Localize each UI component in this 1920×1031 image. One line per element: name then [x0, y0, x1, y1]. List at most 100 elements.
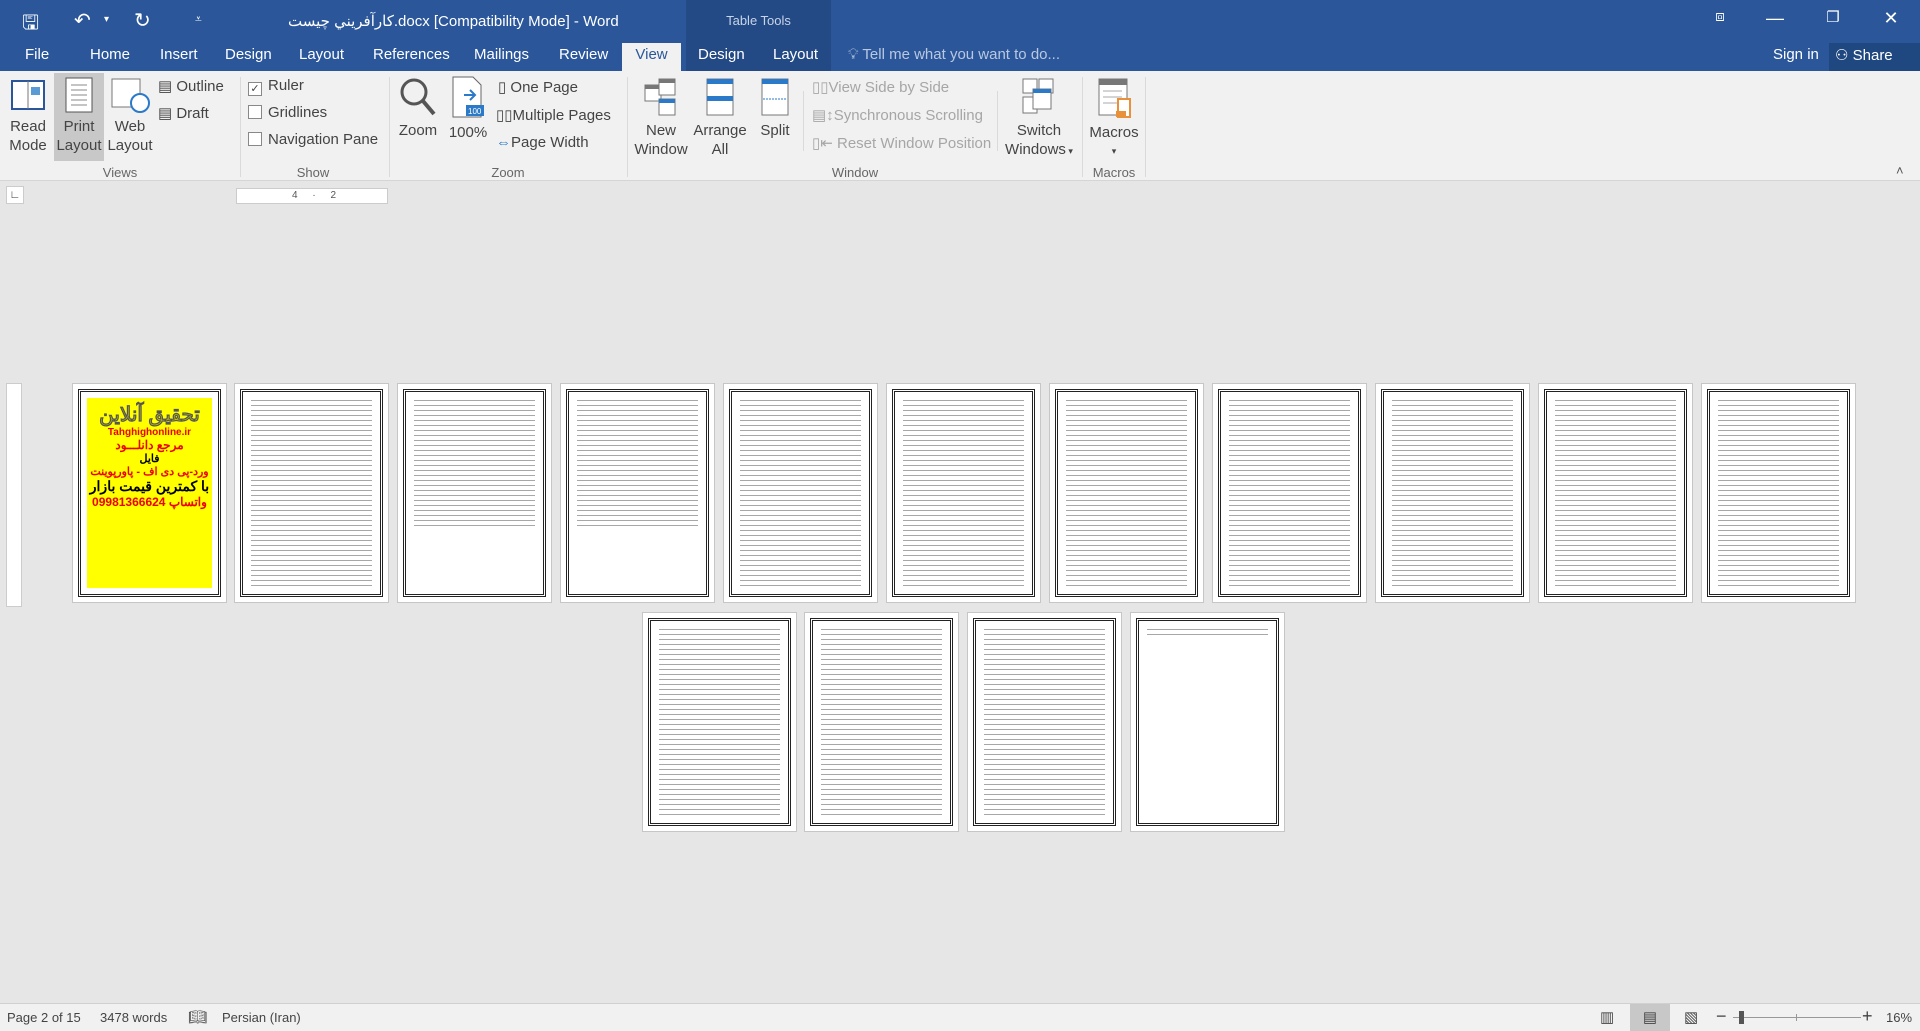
draft-button[interactable]: ▤ Draft — [158, 104, 209, 122]
document-page[interactable] — [560, 383, 715, 603]
page-border — [1136, 618, 1279, 826]
page-text — [577, 400, 698, 531]
split-button[interactable]: Split — [754, 77, 796, 140]
new-window-button[interactable]: New Window — [632, 77, 690, 159]
zoom-out-button[interactable]: − — [1716, 1006, 1727, 1027]
language-status[interactable]: Persian (Iran) — [222, 1010, 301, 1025]
close-button[interactable]: ✕ — [1876, 8, 1906, 29]
page-text — [1392, 400, 1513, 586]
web-layout-view-icon[interactable]: ▧ — [1684, 1008, 1698, 1026]
document-page[interactable] — [886, 383, 1041, 603]
status-bar: Page 2 of 15 3478 words 📖︎ Persian (Iran… — [0, 1003, 1920, 1031]
outline-button[interactable]: ▤ Outline — [158, 77, 224, 95]
proofing-icon[interactable]: 📖︎ — [188, 1008, 207, 1026]
zoom-slider[interactable] — [1733, 1011, 1861, 1024]
document-page[interactable] — [1212, 383, 1367, 603]
document-page[interactable] — [1130, 612, 1285, 832]
split-icon — [761, 78, 789, 116]
zoom-button[interactable]: Zoom — [394, 77, 442, 140]
side-by-side-icon: ▯▯ — [812, 79, 829, 96]
ad-line: مرجع دانلـــود — [115, 438, 184, 452]
ribbon-display-options-icon[interactable]: ⧈ — [1705, 8, 1735, 25]
tab-mailings[interactable]: Mailings — [474, 46, 529, 63]
minimize-button[interactable]: — — [1760, 8, 1790, 29]
document-page[interactable] — [1701, 383, 1856, 603]
document-page[interactable] — [1049, 383, 1204, 603]
macros-label: Macros — [1089, 124, 1139, 141]
tab-layout[interactable]: Layout — [299, 46, 344, 63]
ruler-checkbox[interactable]: ✓ Ruler — [248, 77, 304, 96]
navigation-pane-checkbox[interactable]: Navigation Pane — [248, 131, 378, 148]
document-page[interactable] — [967, 612, 1122, 832]
page-text — [1229, 400, 1350, 586]
read-mode-view-icon[interactable]: ▥ — [1600, 1008, 1614, 1026]
undo-icon[interactable]: ↶ — [74, 8, 91, 33]
tab-view[interactable]: View — [622, 43, 681, 71]
tab-home[interactable]: Home — [90, 46, 130, 63]
cover-page[interactable]: تحقيق آنلاين Tahghighonline.ir مرجع دانلــ… — [72, 383, 227, 603]
macros-group-label: Macros — [1092, 165, 1136, 180]
horizontal-ruler[interactable]: 4 · 2 — [236, 188, 388, 204]
tab-selector-icon[interactable]: ∟ — [6, 186, 24, 204]
divider — [627, 77, 628, 177]
tell-me-search[interactable]: 💡︎ Tell me what you want to do... — [848, 46, 1060, 63]
checkbox-icon — [248, 132, 262, 146]
gridlines-checkbox[interactable]: Gridlines — [248, 104, 327, 121]
word-count-status[interactable]: 3478 words — [100, 1010, 167, 1025]
zoom-group-label: Zoom — [491, 165, 525, 180]
tab-design[interactable]: Design — [225, 46, 272, 63]
zoom-100-button[interactable]: 100 100% — [446, 75, 490, 142]
tab-file[interactable]: File — [25, 46, 49, 63]
outline-icon: ▤ — [158, 78, 177, 95]
tab-table-design[interactable]: Design — [698, 46, 745, 63]
side-by-side-label: View Side by Side — [828, 79, 950, 96]
page-number-status[interactable]: Page 2 of 15 — [7, 1010, 81, 1025]
switch-windows-text: Windows — [1005, 141, 1066, 158]
multiple-pages-button[interactable]: ▯▯Multiple Pages — [496, 106, 611, 124]
share-button[interactable]: ⚇ Share — [1829, 43, 1920, 71]
document-page[interactable] — [1375, 383, 1530, 603]
synchronous-scrolling-button[interactable]: ▤↕Synchronous Scrolling — [812, 106, 983, 124]
page-width-button[interactable]: ⇔Page Width — [496, 134, 589, 151]
print-layout-view-icon[interactable]: ▤ — [1630, 1004, 1670, 1031]
web-layout-button[interactable]: Web Layout — [106, 77, 154, 155]
zoom-slider-thumb[interactable] — [1738, 1011, 1744, 1024]
reset-window-position-button[interactable]: ▯⇤ Reset Window Position — [812, 134, 991, 152]
checkbox-checked-icon: ✓ — [248, 82, 262, 96]
new-window-label-1: New — [645, 122, 676, 139]
ad-phone: 09981366624 — [92, 495, 166, 509]
view-side-by-side-button[interactable]: ▯▯View Side by Side — [812, 78, 949, 96]
zoom-level[interactable]: 16% — [1886, 1010, 1912, 1025]
tab-insert[interactable]: Insert — [160, 46, 198, 63]
print-layout-button[interactable]: Print Layout — [54, 73, 104, 161]
document-page[interactable] — [804, 612, 959, 832]
switch-windows-label-2: Windows ▾ — [1003, 140, 1075, 161]
tab-review[interactable]: Review — [559, 46, 608, 63]
restore-button[interactable]: ❐ — [1818, 8, 1848, 26]
document-page[interactable] — [642, 612, 797, 832]
customize-qat-icon[interactable]: ⩡ — [195, 12, 202, 27]
tab-table-layout[interactable]: Layout — [773, 46, 818, 63]
gridlines-label: Gridlines — [268, 104, 328, 121]
tab-references[interactable]: References — [373, 46, 450, 63]
document-page[interactable] — [397, 383, 552, 603]
one-page-button[interactable]: ▯ One Page — [498, 78, 578, 96]
document-page[interactable] — [723, 383, 878, 603]
page-border — [892, 389, 1035, 597]
sign-in-link[interactable]: Sign in — [1773, 46, 1819, 63]
redo-icon[interactable]: ↻ — [134, 8, 151, 33]
undo-dropdown-icon[interactable]: ▾ — [104, 14, 109, 25]
page-border — [648, 618, 791, 826]
dropdown-arrow-icon: ▾ — [1065, 146, 1073, 156]
read-mode-button[interactable]: Read Mode — [6, 77, 50, 155]
switch-windows-button[interactable]: Switch Windows ▾ — [1003, 77, 1075, 161]
arrange-all-button[interactable]: Arrange All — [692, 77, 748, 159]
document-page[interactable] — [1538, 383, 1693, 603]
save-icon[interactable]: 🖫 — [22, 8, 39, 42]
zoom-in-button[interactable]: + — [1862, 1006, 1873, 1027]
multiple-pages-icon: ▯▯ — [496, 107, 513, 124]
collapse-ribbon-icon[interactable]: ˄ — [1896, 163, 1904, 178]
vertical-ruler[interactable] — [6, 383, 22, 607]
macros-button[interactable]: Macros ▾ — [1086, 77, 1142, 161]
document-page[interactable] — [234, 383, 389, 603]
